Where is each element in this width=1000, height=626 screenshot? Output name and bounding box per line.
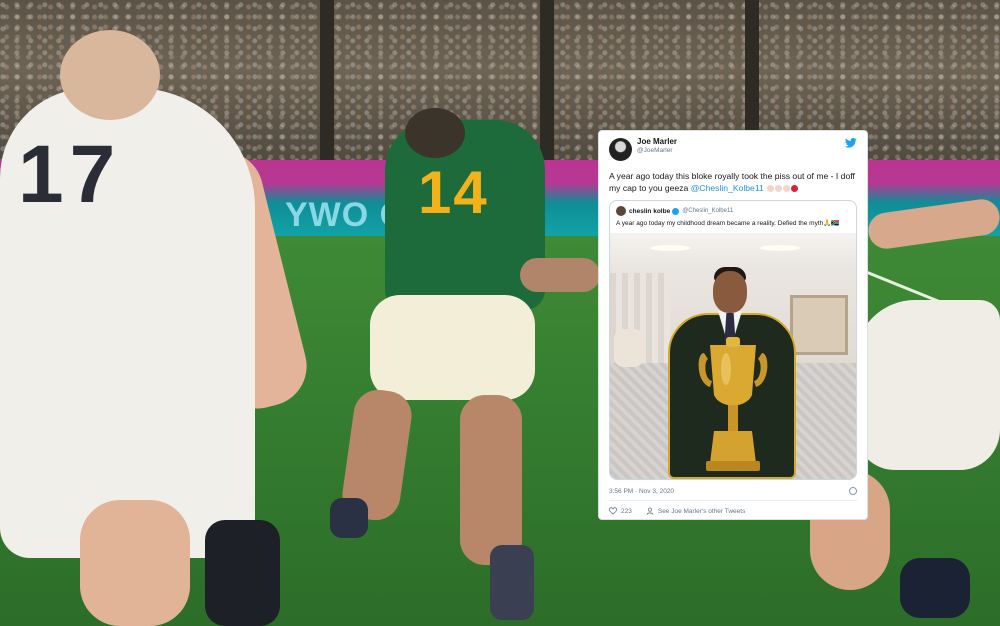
armchair — [614, 329, 644, 367]
quoted-tweet[interactable]: cheslin kolbe @Cheslin_Kolbe11 A year ag… — [609, 200, 857, 480]
face — [713, 271, 747, 313]
profile-icon — [646, 507, 654, 515]
green-player-number: 14 — [418, 159, 489, 226]
quoted-tweet-text: A year ago today my childhood dream beca… — [616, 220, 840, 227]
green-player-arm — [520, 258, 600, 292]
rugby-ball-emoji-icon — [791, 185, 799, 193]
white-player-sock — [205, 520, 280, 626]
stand-pillar — [540, 0, 554, 175]
verified-badge-icon — [672, 207, 680, 215]
divider — [609, 500, 857, 501]
white-player-head — [60, 30, 160, 120]
green-player-head — [405, 108, 465, 158]
mention-link[interactable]: @Cheslin_Kolbe11 — [691, 183, 764, 193]
clap-emoji-icon — [783, 185, 791, 193]
green-player-boot — [490, 545, 534, 620]
clap-emoji-icon — [767, 185, 775, 193]
quoted-author-handle[interactable]: @Cheslin_Kolbe11 — [682, 208, 733, 214]
tweet-timestamp[interactable]: 3:56 PM · Nov 3, 2020 — [609, 488, 674, 495]
quoted-tweet-photo[interactable] — [610, 233, 856, 479]
ceiling-light — [760, 245, 800, 251]
embedded-tweet[interactable]: Joe Marler @JoeMarler A year ago today t… — [598, 130, 868, 520]
green-player-shorts — [370, 295, 535, 400]
tweet-footer: 223 See Joe Marler's other Tweets — [609, 507, 857, 515]
right-player-body — [855, 300, 1000, 470]
right-player-boot — [900, 558, 970, 618]
author-handle[interactable]: @JoeMarler — [637, 147, 677, 155]
author-name[interactable]: Joe Marler — [637, 138, 677, 146]
like-count: 223 — [621, 507, 632, 515]
twitter-bird-icon[interactable] — [845, 138, 857, 148]
white-player-number: 17 — [18, 129, 122, 220]
white-player-leg — [80, 500, 190, 626]
avatar[interactable] — [609, 138, 632, 161]
webb-ellis-cup-icon — [698, 337, 768, 471]
tweet-author[interactable]: Joe Marler @JoeMarler — [637, 138, 677, 155]
stand-pillar — [320, 0, 334, 175]
green-player-leg — [460, 395, 522, 565]
tweet-header: Joe Marler @JoeMarler — [609, 138, 857, 164]
green-player-boot — [330, 498, 368, 538]
ceiling-light — [650, 245, 690, 251]
window — [790, 295, 848, 355]
clap-emoji-icon — [775, 185, 783, 193]
tweet-text: A year ago today this bloke royally took… — [609, 170, 857, 194]
tweet-timestamp-row: 3:56 PM · Nov 3, 2020 — [609, 487, 857, 495]
see-other-tweets-link[interactable]: See Joe Marler's other Tweets — [658, 508, 745, 515]
quoted-tweet-header: cheslin kolbe @Cheslin_Kolbe11 — [610, 201, 856, 216]
info-icon[interactable] — [849, 487, 857, 495]
quoted-avatar[interactable] — [616, 206, 626, 216]
heart-icon[interactable] — [609, 507, 617, 515]
quoted-author-name[interactable]: cheslin kolbe — [629, 208, 670, 215]
